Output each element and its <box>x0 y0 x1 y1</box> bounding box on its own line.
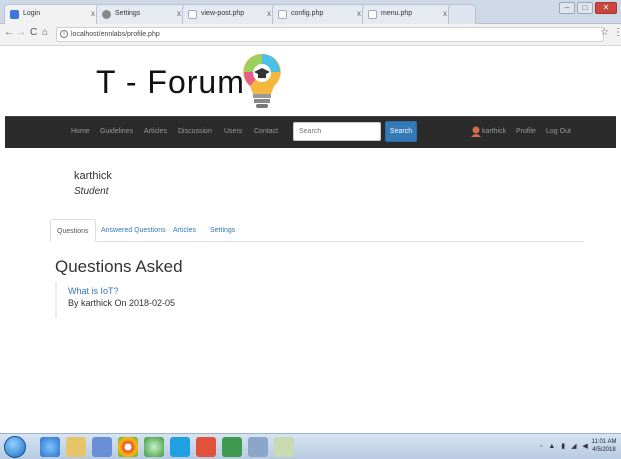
page-icon <box>368 10 377 19</box>
lightbulb-logo-icon <box>243 53 281 108</box>
user-avatar-icon <box>471 126 481 137</box>
tab-articles[interactable]: Articles <box>173 219 196 242</box>
question-item: What is IoT? By karthick On 2018-02-05 <box>55 282 295 318</box>
address-bar-row: ← → C ⌂ i localhost/ennlabs/profile.php … <box>0 24 621 46</box>
main-navbar: Home Guidelines Articles Discussion User… <box>5 116 616 148</box>
close-tab-icon[interactable]: x <box>357 9 361 18</box>
paint-icon[interactable] <box>274 437 294 457</box>
browser-menu-icon[interactable]: ⋮ <box>613 27 621 38</box>
reload-icon[interactable]: C <box>30 27 37 38</box>
clock-date: 4/5/2018 <box>592 447 616 453</box>
chrome-icon[interactable] <box>118 437 138 457</box>
nav-logout[interactable]: Log Out <box>546 128 571 135</box>
skype-icon[interactable] <box>170 437 190 457</box>
url-text: localhost/ennlabs/profile.php <box>71 31 160 38</box>
browser-tab-label: Login <box>23 10 41 17</box>
url-bar[interactable]: i localhost/ennlabs/profile.php <box>56 27 604 42</box>
info-icon[interactable]: i <box>60 30 68 38</box>
nav-guidelines[interactable]: Guidelines <box>100 128 133 135</box>
clock[interactable]: 11:01 AM 4/5/2018 <box>590 438 618 454</box>
nav-articles[interactable]: Articles <box>144 128 167 135</box>
maximize-icon[interactable]: □ <box>577 2 593 14</box>
question-link[interactable]: What is IoT? <box>68 286 295 296</box>
nav-username[interactable]: karthick <box>482 128 506 135</box>
browser-tab-config[interactable]: config.php x <box>272 4 366 24</box>
profile-name: karthick <box>74 170 112 182</box>
page-icon <box>188 10 197 19</box>
nav-profile[interactable]: Profile <box>516 128 536 135</box>
new-tab-button[interactable] <box>448 4 476 24</box>
browser-tab-label: config.php <box>291 10 324 17</box>
nav-users[interactable]: Users <box>224 128 242 135</box>
home-icon[interactable]: ⌂ <box>42 27 48 38</box>
browser-tab-label: menu.php <box>381 10 413 17</box>
browser-tab-view-post[interactable]: view-post.php x <box>182 4 276 24</box>
system-tray-icons[interactable]: ◦ ▲ ▮ ◢ ◀ <box>540 442 590 450</box>
nav-discussion[interactable]: Discussion <box>178 128 212 135</box>
search-button[interactable]: Search <box>385 121 417 142</box>
browser-tab-menu[interactable]: menu.php x <box>362 4 452 24</box>
section-title: Questions Asked <box>55 257 183 276</box>
excel-icon[interactable] <box>222 437 242 457</box>
site-title: T - Forum <box>96 64 245 100</box>
page-icon <box>278 10 287 19</box>
clock-time: 11:01 AM <box>591 439 617 445</box>
nav-contact[interactable]: Contact <box>254 128 278 135</box>
tab-settings[interactable]: Settings <box>210 219 235 242</box>
browser-tab-label: view-post.php <box>201 10 245 17</box>
browser-tab-settings[interactable]: Settings x <box>96 4 186 24</box>
close-tab-icon[interactable]: x <box>177 9 181 18</box>
bookmark-star-icon[interactable]: ☆ <box>600 27 609 38</box>
back-icon[interactable]: ← <box>4 27 14 38</box>
window-controls: – □ ✕ <box>559 2 617 16</box>
app-icon[interactable] <box>144 437 164 457</box>
browser-tab-login[interactable]: Login x <box>4 4 100 24</box>
browser-tab-label: Settings <box>115 10 141 17</box>
question-meta: By karthick On 2018-02-05 <box>68 298 176 308</box>
screen: Login x Settings x view-post.php x confi… <box>0 0 621 459</box>
file-explorer-icon[interactable] <box>66 437 86 457</box>
close-tab-icon[interactable]: x <box>267 9 271 18</box>
tab-questions[interactable]: Questions <box>50 219 96 242</box>
close-window-icon[interactable]: ✕ <box>595 2 617 14</box>
close-tab-icon[interactable]: x <box>91 9 95 18</box>
profile-role: Student <box>74 186 109 197</box>
search-input[interactable] <box>293 122 381 141</box>
xampp-icon[interactable] <box>196 437 216 457</box>
taskbar: ◦ ▲ ▮ ◢ ◀ 11:01 AM 4/5/2018 <box>0 433 621 459</box>
nav-home[interactable]: Home <box>71 128 90 135</box>
window-icon[interactable] <box>248 437 268 457</box>
tab-answered-questions[interactable]: Answered Questions <box>101 219 166 242</box>
internet-explorer-icon[interactable] <box>40 437 60 457</box>
close-tab-icon[interactable]: x <box>443 9 447 18</box>
forward-icon[interactable]: → <box>16 27 26 38</box>
gear-icon <box>102 10 111 19</box>
start-button[interactable] <box>4 436 26 458</box>
page-icon <box>10 10 19 19</box>
browser-tab-strip: Login x Settings x view-post.php x confi… <box>0 0 621 24</box>
media-icon[interactable] <box>92 437 112 457</box>
minimize-icon[interactable]: – <box>559 2 575 14</box>
